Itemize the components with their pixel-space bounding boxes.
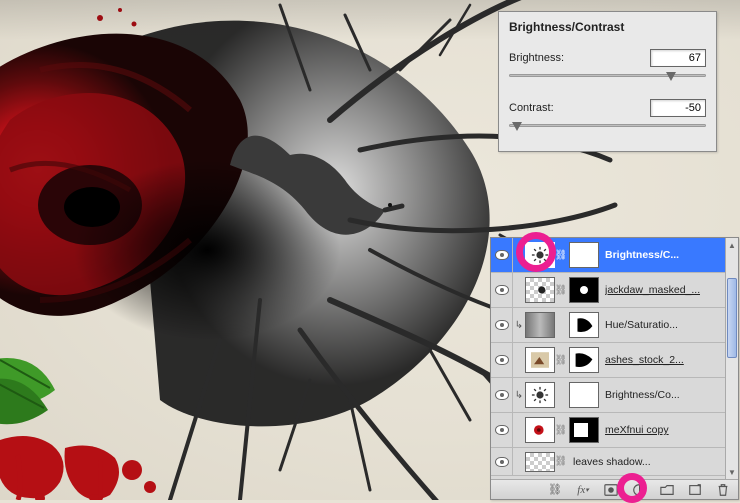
visibility-icon[interactable] [495,390,509,400]
visibility-icon[interactable] [495,320,509,330]
layers-bottom-toolbar: ⛓ fx▾ [491,479,738,499]
visibility-icon[interactable] [495,250,509,260]
brightness-label: Brightness: [509,52,564,64]
visibility-icon[interactable] [495,285,509,295]
layer-name[interactable]: jackdaw_masked_... [605,284,700,296]
adjustment-thumb [525,312,555,338]
layer-thumb [525,277,555,303]
scroll-up-icon[interactable]: ▲ [726,238,738,252]
layer-mask-thumb [569,347,599,373]
layer-mask-thumb [569,242,599,268]
layer-mask-thumb [569,277,599,303]
layer-row-mexfnui[interactable]: ⛓ meXfnui copy [491,413,725,448]
contrast-label: Contrast: [509,102,554,114]
layer-mask-thumb [569,417,599,443]
layer-row-brightness-2[interactable]: ↳ Brightness/Co... [491,378,725,413]
visibility-icon[interactable] [495,355,509,365]
link-icon: ⛓ [555,285,567,296]
contrast-slider[interactable] [509,118,706,140]
clip-arrow-icon: ↳ [513,320,525,331]
link-icon: ⛓ [555,355,567,366]
layer-name[interactable]: Brightness/Co... [605,389,680,401]
brightness-slider[interactable] [509,68,706,90]
layers-list: ↳ ⛓ Brightness/C... ⛓ jackdaw_masked_... [491,238,725,479]
layer-thumb [525,417,555,443]
brightness-input[interactable] [650,49,706,67]
scrollbar-thumb[interactable] [727,278,737,358]
visibility-icon[interactable] [495,457,509,467]
layer-row-leaves[interactable]: ⛓ leaves shadow... [491,448,725,476]
layer-name[interactable]: Hue/Saturatio... [605,319,678,331]
adjustment-layer-icon[interactable] [628,482,650,498]
link-icon: ⛓ [555,425,567,436]
trash-icon[interactable] [712,482,734,498]
layer-mask-thumb [569,312,599,338]
visibility-icon[interactable] [495,425,509,435]
layers-scrollbar[interactable]: ▲ ▼ [725,238,738,479]
bc-panel-title: Brightness/Contrast [509,20,706,34]
link-icon: ⛓ [555,456,567,467]
adjustment-thumb [525,242,555,268]
layer-row-huesat[interactable]: ↳ Hue/Saturatio... [491,308,725,343]
layer-name[interactable]: leaves shadow... [573,456,651,468]
layer-row-ashes[interactable]: ⛓ ashes_stock_2... [491,343,725,378]
adjustment-thumb [525,382,555,408]
layers-panel: ↳ ⛓ Brightness/C... ⛓ jackdaw_masked_... [490,237,739,500]
mask-icon[interactable] [600,482,622,498]
layer-row-jackdaw[interactable]: ⛓ jackdaw_masked_... [491,273,725,308]
layer-row-brightness-1[interactable]: ↳ ⛓ Brightness/C... [491,238,725,273]
fx-icon[interactable]: fx▾ [572,482,594,498]
new-layer-icon[interactable] [684,482,706,498]
layer-name[interactable]: meXfnui copy [605,424,669,436]
link-icon: ⛓ [555,250,567,261]
contrast-input[interactable] [650,99,706,117]
brightness-contrast-panel: Brightness/Contrast Brightness: Contrast… [498,11,717,152]
scroll-down-icon[interactable]: ▼ [726,465,738,479]
clip-arrow-icon: ↳ [513,390,525,401]
clip-arrow-icon: ↳ [513,250,525,261]
layer-name[interactable]: Brightness/C... [605,249,679,261]
layer-thumb [525,347,555,373]
folder-icon[interactable] [656,482,678,498]
link-layers-icon[interactable]: ⛓ [544,482,566,498]
layer-mask-thumb [569,382,599,408]
layer-name[interactable]: ashes_stock_2... [605,354,684,366]
layer-thumb [525,452,555,472]
